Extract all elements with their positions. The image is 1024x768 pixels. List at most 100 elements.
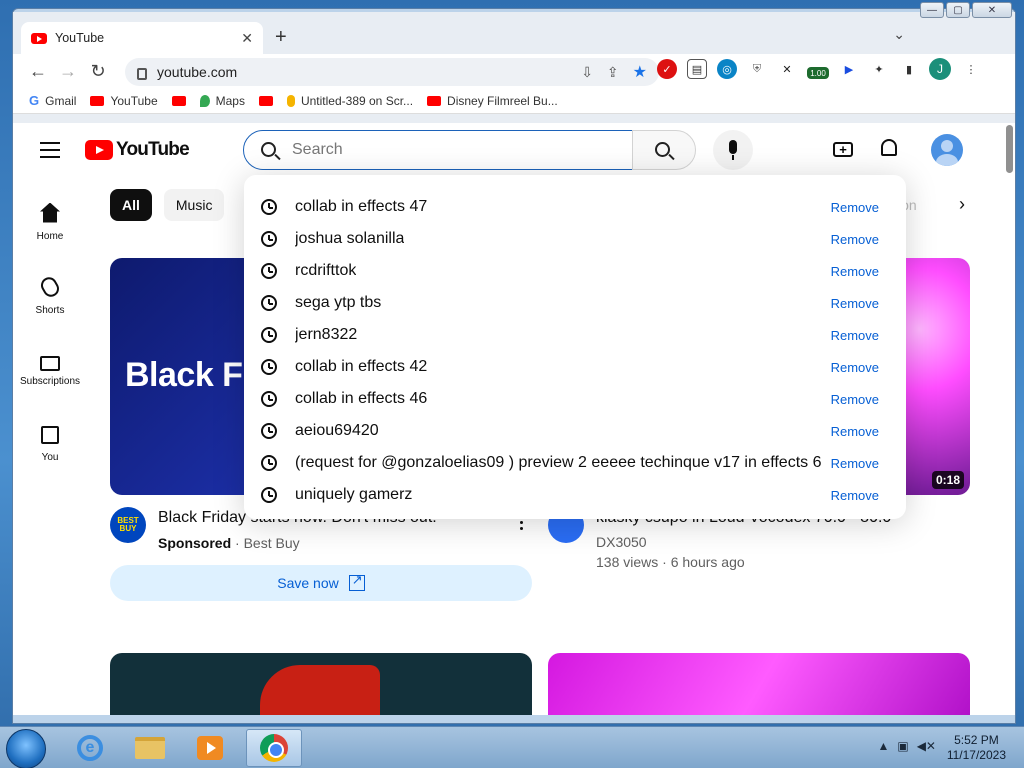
forward-button[interactable]: → [53,61,83,82]
chevron-right-icon[interactable]: › [959,194,965,215]
close-window-button[interactable]: ✕ [972,2,1012,18]
channel-name[interactable]: DX3050 [596,534,647,550]
video-thumbnail[interactable] [548,653,970,715]
bookmark-maps[interactable]: Maps [199,94,245,108]
suggestion-item[interactable]: aeiou69420 Remove [244,415,906,447]
tab-close-icon[interactable]: ✕ [241,30,253,47]
puzzle-extensions-icon[interactable]: ✦ [869,59,889,79]
video-thumbnail[interactable] [110,653,532,715]
back-button[interactable]: ← [23,61,53,82]
suggestion-item[interactable]: collab in effects 42 Remove [244,351,906,383]
history-icon [261,199,277,215]
bookmark-disney[interactable]: Disney Filmreel Bu... [427,94,558,108]
clock[interactable]: 5:52 PM 11/17/2023 [947,733,1006,763]
maximize-button[interactable]: ▢ [946,2,970,18]
history-icon [261,423,277,439]
document-extension-icon[interactable]: ▤ [687,59,707,79]
chrome-menu-icon[interactable]: ⋮ [961,59,981,79]
adblock-extension-icon[interactable]: ✓ [657,59,677,79]
bookmark-youtube-2[interactable] [171,95,186,106]
extensions-area: ✓ ▤ ◎ ⛨ ✕ 1.00 ▶ ✦ ▮ J ⋮ [657,58,981,80]
taskbar-file-explorer[interactable] [122,729,178,767]
remove-link[interactable]: Remove [831,424,879,439]
taskbar-media-player[interactable] [182,729,238,767]
scratch-icon [286,94,295,107]
share-icon[interactable]: ⇪ [607,64,619,81]
internet-explorer-icon: e [77,735,103,761]
blue-extension-icon[interactable]: ◎ [717,59,737,79]
bookmark-youtube-3[interactable] [258,95,273,106]
save-now-button[interactable]: Save now [110,565,532,601]
new-tab-button[interactable]: + [275,26,287,49]
show-hidden-icons-icon[interactable]: ▲ [877,739,889,753]
system-tray: ▲ ▣ ◀✕ [877,739,936,753]
sidebar-item-home[interactable]: Home [13,185,87,259]
suggestion-item[interactable]: sega ytp tbs Remove [244,287,906,319]
history-icon [261,391,277,407]
chip-music[interactable]: Music [163,189,225,221]
tab-search-chevron-icon[interactable]: ⌄ [893,26,905,43]
history-icon [261,487,277,503]
remove-link[interactable]: Remove [831,328,879,343]
youtube-icon [90,95,105,106]
suggestion-item[interactable]: rcdrifttok Remove [244,255,906,287]
start-button[interactable] [6,729,46,768]
remove-link[interactable]: Remove [831,392,879,407]
taskbar-internet-explorer[interactable]: e [62,729,118,767]
account-avatar[interactable] [931,134,963,166]
remove-link[interactable]: Remove [831,264,879,279]
bookmark-scratch[interactable]: Untitled-389 on Scr... [286,94,413,108]
taskbar: e ▲ ▣ ◀✕ 5:52 PM 11/17/2023 [0,726,1024,768]
bookmark-youtube[interactable]: YouTube [90,94,158,108]
suggestion-item[interactable]: joshua solanilla Remove [244,223,906,255]
sidebar-item-shorts[interactable]: Shorts [13,259,87,333]
window-controls: — ▢ ✕ [920,2,1012,18]
remove-link[interactable]: Remove [831,232,879,247]
suggestion-item[interactable]: collab in effects 46 Remove [244,383,906,415]
search-input[interactable] [243,130,633,170]
profile-avatar[interactable]: J [929,58,951,80]
menu-icon[interactable] [40,142,60,163]
remove-link[interactable]: Remove [831,200,879,215]
voice-search-button[interactable] [713,130,753,170]
sidebar-item-subscriptions[interactable]: Subscriptions [13,333,87,407]
suggestion-item[interactable]: jern8322 Remove [244,319,906,351]
scrollbar-thumb[interactable] [1006,125,1013,173]
page-scrollbar[interactable] [1003,123,1015,715]
remove-link[interactable]: Remove [831,488,879,503]
remove-link[interactable]: Remove [831,360,879,375]
history-icon [261,263,277,279]
install-app-icon[interactable]: ⇩ [581,64,593,81]
search-button[interactable] [632,130,696,170]
tab-youtube[interactable]: YouTube ✕ [21,22,263,54]
search-bar [243,130,697,170]
side-panel-icon[interactable]: ▮ [899,59,919,79]
bookmark-gmail[interactable]: G Gmail [29,93,76,108]
taskbar-chrome[interactable] [246,729,302,767]
channel-name[interactable]: Best Buy [244,535,300,551]
channel-avatar-bestbuy[interactable]: BEST BUY [110,507,146,543]
youtube-icon [427,95,442,106]
notifications-bell-icon[interactable] [881,139,897,156]
play-extension-icon[interactable]: ▶ [839,59,859,79]
volume-muted-icon[interactable]: ◀✕ [917,739,936,753]
remove-link[interactable]: Remove [831,456,879,471]
suggestion-item[interactable]: uniquely gamerz Remove [244,479,906,511]
network-icon[interactable]: ▣ [897,739,908,753]
extension-badge[interactable]: 1.00 [807,67,829,79]
shorts-icon [38,273,62,300]
tools-extension-icon[interactable]: ✕ [777,59,797,79]
sidebar-item-you[interactable]: You [13,407,87,481]
chip-all[interactable]: All [110,189,152,221]
reload-button[interactable]: ↻ [83,61,113,82]
youtube-logo[interactable]: YouTube [85,139,190,161]
create-video-icon[interactable]: + [833,142,853,157]
minimize-button[interactable]: — [920,2,944,18]
remove-link[interactable]: Remove [831,296,879,311]
shield-extension-icon[interactable]: ⛨ [747,59,767,79]
suggestion-item[interactable]: (request for @gonzaloelias09 ) preview 2… [244,447,906,479]
bookmark-star-icon[interactable]: ★ [633,62,647,82]
bookmarks-bar: G Gmail YouTube Maps Untitled-389 on Scr.… [13,88,1015,114]
address-bar[interactable]: youtube.com ⇩ ⇪ ★ [125,58,659,86]
suggestion-item[interactable]: collab in effects 47 Remove [244,191,906,223]
